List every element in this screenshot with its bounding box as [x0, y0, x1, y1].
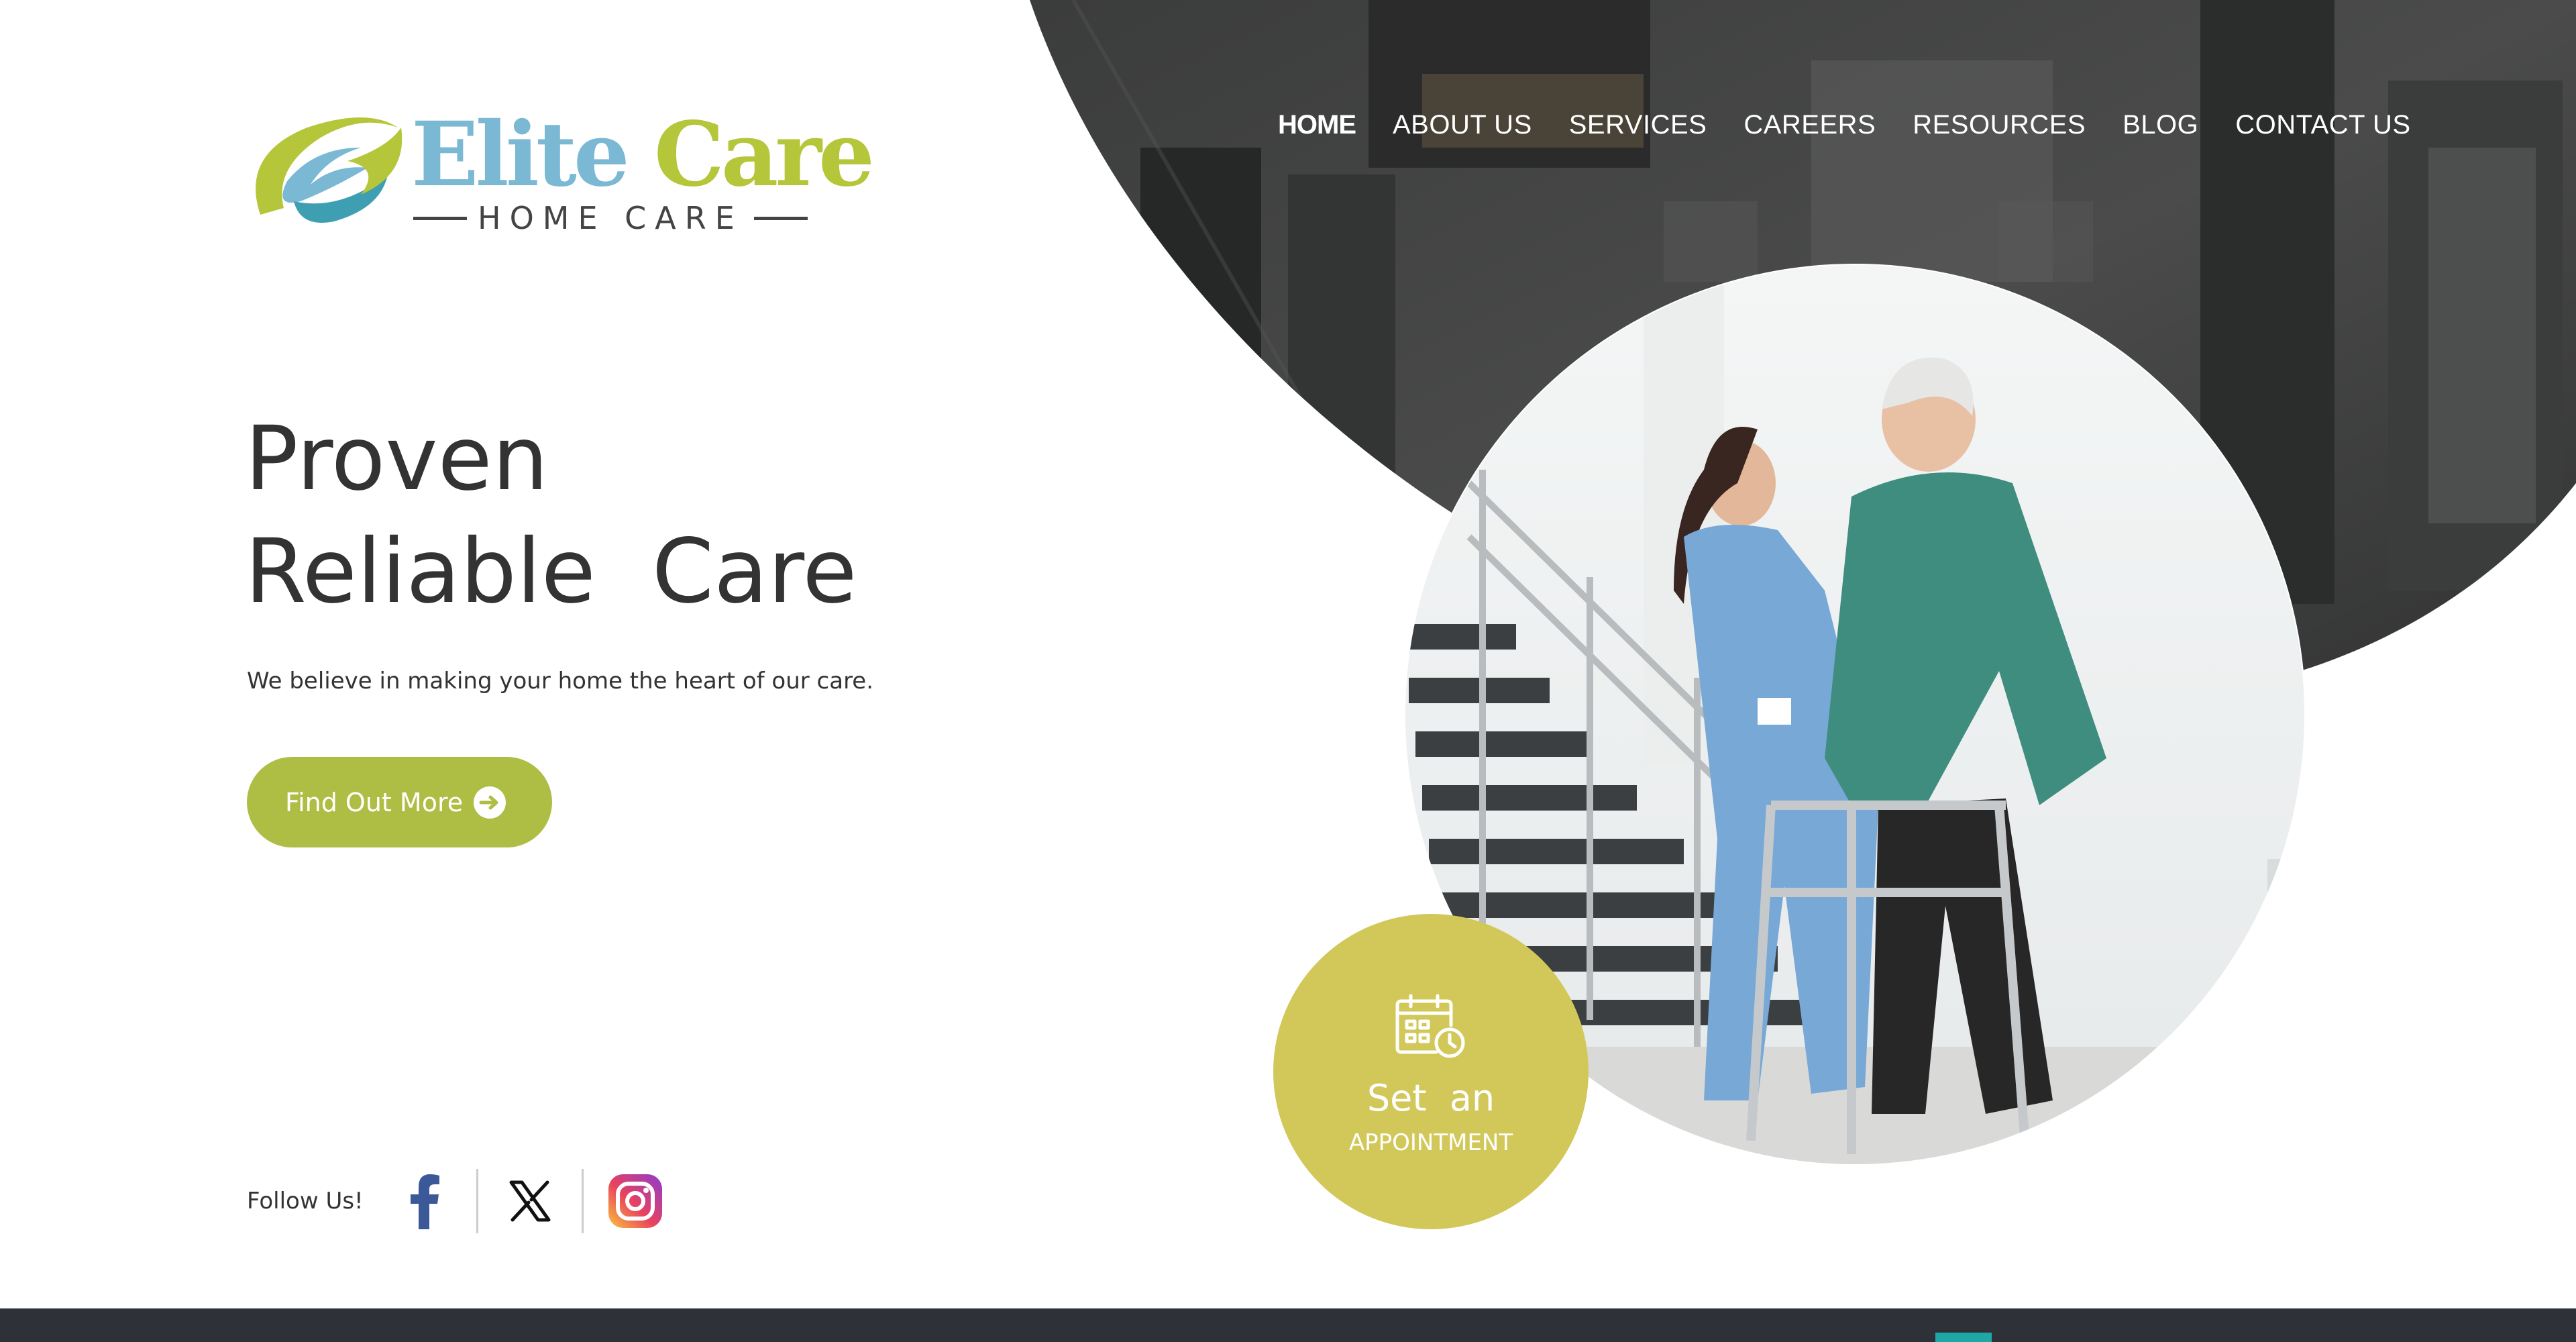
x-link[interactable]	[500, 1171, 560, 1231]
nav-about-us[interactable]: ABOUT US	[1393, 103, 1532, 146]
find-out-more-label: Find Out More	[285, 787, 464, 817]
main-navigation: HOME ABOUT US SERVICES CAREERS RESOURCES…	[1278, 103, 2411, 146]
site-logo[interactable]: Elite Care HOME CARE	[247, 101, 875, 235]
x-icon	[509, 1180, 551, 1222]
footer-accent-tab[interactable]	[1935, 1333, 1992, 1342]
brand-tagline-row: HOME CARE	[413, 201, 1017, 235]
appointment-title: Set an	[1366, 1077, 1495, 1119]
nav-services[interactable]: SERVICES	[1569, 103, 1707, 146]
instagram-link[interactable]	[605, 1171, 665, 1231]
arrow-circle-right-icon	[474, 786, 506, 819]
tagline-rule-left	[413, 216, 467, 220]
facebook-link[interactable]	[394, 1171, 455, 1231]
brand-tagline: HOME CARE	[478, 200, 743, 236]
nav-careers[interactable]: CAREERS	[1743, 103, 1876, 146]
hero-subtitle: We believe in making your home the heart…	[247, 668, 874, 694]
set-appointment-button[interactable]: Set an APPOINTMENT	[1273, 914, 1589, 1229]
nav-home[interactable]: HOME	[1278, 103, 1356, 146]
hero-title: Proven Reliable Care	[245, 403, 857, 628]
nav-blog[interactable]: BLOG	[2123, 103, 2198, 146]
hero-title-line1: Proven	[245, 407, 549, 511]
social-divider	[581, 1169, 584, 1233]
brand-name-part2: Care	[653, 103, 875, 207]
appointment-subtitle: APPOINTMENT	[1348, 1129, 1513, 1156]
facebook-icon	[410, 1174, 439, 1229]
follow-us-label: Follow Us!	[247, 1188, 364, 1215]
brand-name: Elite Care	[411, 103, 875, 207]
find-out-more-button[interactable]: Find Out More	[247, 757, 552, 847]
nav-contact-us[interactable]: CONTACT US	[2235, 103, 2410, 146]
elite-care-logo-mark-icon	[256, 117, 402, 223]
calendar-clock-icon	[1395, 994, 1465, 1058]
brand-name-part1: Elite	[411, 103, 630, 207]
hero-title-line2: Reliable Care	[245, 520, 857, 623]
tagline-rule-right	[753, 216, 808, 220]
nav-resources[interactable]: RESOURCES	[1913, 103, 2086, 146]
instagram-icon	[608, 1174, 662, 1228]
social-follow: Follow Us!	[247, 1169, 665, 1233]
social-divider	[476, 1169, 478, 1233]
footer-bar	[0, 1308, 2576, 1342]
